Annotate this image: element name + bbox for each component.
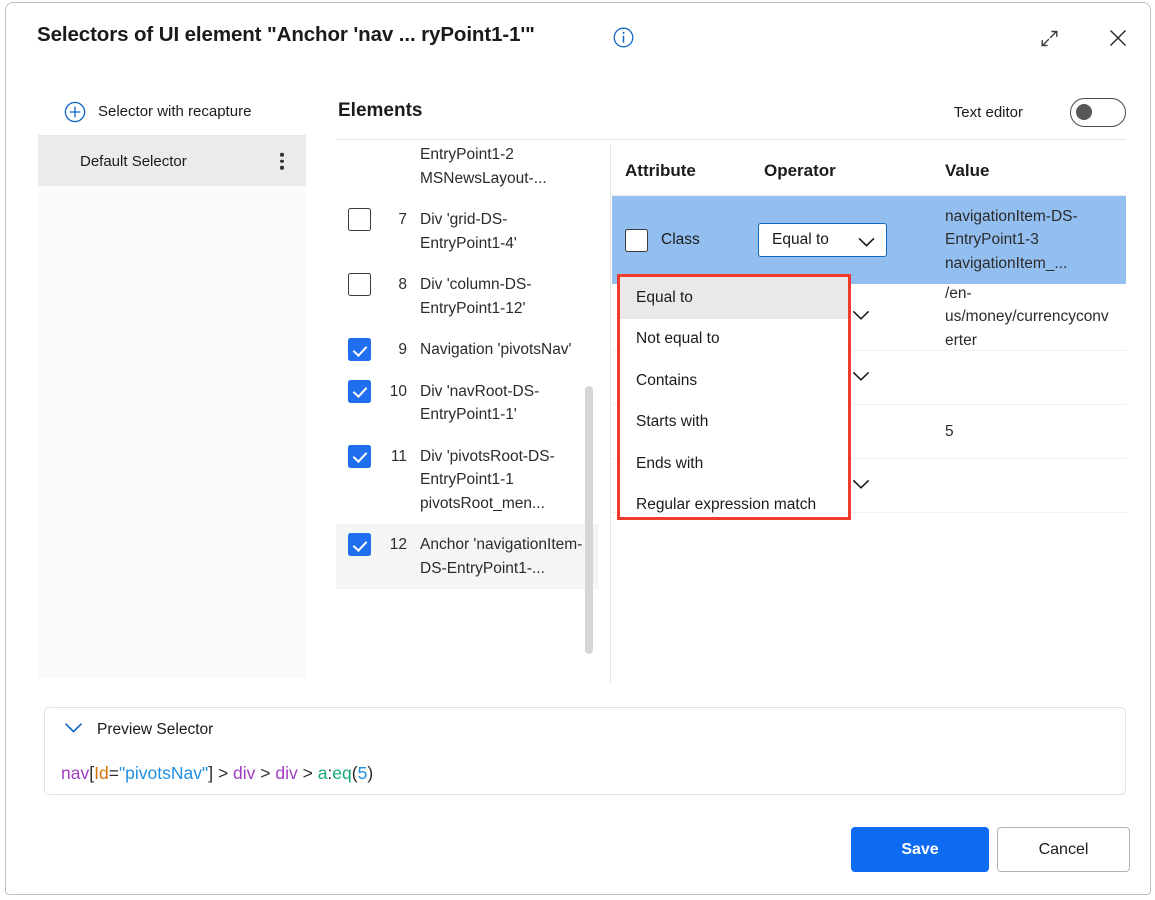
tree-row-index: 8 [398, 276, 407, 293]
operator-combobox[interactable]: Equal to [758, 223, 887, 257]
tree-row-label: EntryPoint1-2 MSNewsLayout-... [420, 146, 547, 187]
tree-row-index: 7 [398, 211, 407, 228]
table-row[interactable]: 9 Navigation 'pivotsNav' [336, 329, 598, 371]
tree-row-label: Anchor 'navigationItem-DS-EntryPoint1-..… [420, 536, 583, 577]
column-header-value: Value [945, 161, 990, 180]
column-header-attribute: Attribute [625, 161, 696, 180]
elements-header: Elements Text editor [336, 95, 1126, 140]
selectors-dialog: Selectors of UI element "Anchor 'nav ...… [5, 2, 1151, 895]
tree-row-checkbox[interactable] [348, 533, 371, 556]
toggle-knob [1076, 104, 1092, 120]
value-cell: /en-us/money/currencyconverter [945, 284, 1109, 349]
chevron-down-icon [64, 721, 83, 739]
menu-item-starts-with[interactable]: Starts with [620, 402, 848, 444]
checkbox-placeholder [348, 143, 371, 166]
code-token: = [108, 763, 119, 783]
tree-row-label: Div 'grid-DS-EntryPoint1-4' [420, 211, 517, 252]
preview-selector-label: Preview Selector [97, 721, 214, 738]
elements-title: Elements [338, 100, 423, 121]
tree-row-index: 11 [390, 447, 407, 465]
preview-selector-code: nav[Id="pivotsNav"] > div > div > a:eq(5… [61, 763, 373, 784]
code-token: a [317, 763, 328, 783]
selector-item-label: Default Selector [80, 152, 187, 170]
tree-row-checkbox[interactable] [348, 444, 371, 468]
expand-icon[interactable] [1032, 21, 1066, 55]
column-header-operator: Operator [764, 161, 836, 180]
dialog-titlebar: Selectors of UI element "Anchor 'nav ...… [6, 3, 1150, 75]
chevron-down-icon [858, 235, 875, 253]
preview-selector-panel: Preview Selector nav[Id="pivotsNav"] > d… [44, 707, 1126, 795]
kebab-menu-icon[interactable] [280, 150, 284, 173]
tree-row-index: 12 [389, 536, 407, 553]
table-row[interactable]: 10 Div 'navRoot-DS-EntryPoint1-1' [336, 371, 598, 436]
code-token: 5 [357, 763, 368, 783]
selector-list: Default Selector [38, 136, 306, 678]
code-token: > [213, 763, 234, 783]
selector-list-item-default[interactable]: Default Selector [38, 136, 306, 186]
tree-row-label: Navigation 'pivotsNav' [420, 341, 572, 358]
code-token: nav [61, 763, 90, 783]
selector-with-recapture-button[interactable]: Selector with recapture [38, 88, 306, 136]
tree-row-label: Div 'pivotsRoot-DS-EntryPoint1-1 pivotsR… [420, 447, 555, 512]
code-token: "pivotsNav" [118, 763, 209, 783]
table-row[interactable]: EntryPoint1-2 MSNewsLayout-... [336, 143, 598, 199]
code-token: div [275, 763, 298, 783]
tree-row-checkbox[interactable] [348, 273, 371, 296]
info-icon[interactable] [613, 27, 634, 48]
code-token: Id [94, 763, 109, 783]
tree-row-index: 9 [398, 341, 407, 358]
code-token: ) [367, 763, 374, 783]
menu-item-regular-expression-match[interactable]: Regular expression match [620, 485, 848, 527]
operator-dropdown-menu[interactable]: Equal to Not equal to Contains Starts wi… [617, 274, 851, 520]
attribute-name: Class [661, 231, 700, 248]
save-button[interactable]: Save [851, 827, 989, 872]
elements-tree-scrollbar[interactable] [585, 386, 593, 654]
tree-row-label: Div 'navRoot-DS-EntryPoint1-1' [420, 382, 540, 424]
attribute-cell: Class [625, 228, 700, 252]
value-cell: 5 [945, 422, 954, 440]
tree-row-label: Div 'column-DS-EntryPoint1-12' [420, 276, 532, 317]
tree-row-index: 10 [389, 382, 407, 400]
tree-row-checkbox[interactable] [348, 379, 371, 403]
attribute-checkbox[interactable] [625, 228, 648, 252]
attributes-table-header: Attribute Operator Value [612, 143, 1126, 196]
table-row[interactable]: Class Equal to navigationItem-DS-EntryPo… [612, 196, 1126, 284]
table-row[interactable]: 11 Div 'pivotsRoot-DS-EntryPoint1-1 pivo… [336, 436, 598, 525]
text-editor-label: Text editor [953, 104, 1023, 121]
code-token: div [233, 763, 256, 783]
text-editor-toggle[interactable] [1070, 98, 1126, 127]
code-token: eq [332, 763, 352, 783]
tree-row-checkbox[interactable] [348, 338, 371, 361]
plus-circle-icon [64, 101, 86, 123]
code-token: > [255, 763, 276, 783]
chevron-down-icon[interactable] [852, 369, 870, 387]
cancel-button[interactable]: Cancel [997, 827, 1130, 872]
panel-divider [610, 143, 611, 683]
code-token: > [297, 763, 318, 783]
menu-item-ends-with[interactable]: Ends with [620, 443, 848, 485]
chevron-down-icon[interactable] [852, 308, 870, 326]
menu-item-contains[interactable]: Contains [620, 360, 848, 402]
close-icon[interactable] [1101, 21, 1135, 55]
tree-row-index [371, 143, 407, 190]
tree-row-checkbox[interactable] [348, 208, 371, 231]
chevron-down-icon[interactable] [852, 477, 870, 495]
page-title: Selectors of UI element "Anchor 'nav ...… [37, 23, 535, 46]
selector-with-recapture-label: Selector with recapture [98, 103, 252, 120]
preview-selector-toggle[interactable]: Preview Selector [64, 721, 213, 739]
operator-value: Equal to [772, 231, 829, 248]
table-row[interactable]: 8 Div 'column-DS-EntryPoint1-12' [336, 264, 598, 329]
value-cell: navigationItem-DS-EntryPoint1-3 navigati… [945, 207, 1078, 272]
menu-item-not-equal-to[interactable]: Not equal to [620, 319, 848, 361]
elements-tree-list[interactable]: EntryPoint1-2 MSNewsLayout-... 7 Div 'gr… [336, 143, 598, 683]
selector-list-empty-area [38, 186, 306, 678]
table-row[interactable]: 12 Anchor 'navigationItem-DS-EntryPoint1… [336, 524, 598, 589]
menu-item-equal-to[interactable]: Equal to [620, 277, 848, 319]
table-row[interactable]: 7 Div 'grid-DS-EntryPoint1-4' [336, 199, 598, 264]
